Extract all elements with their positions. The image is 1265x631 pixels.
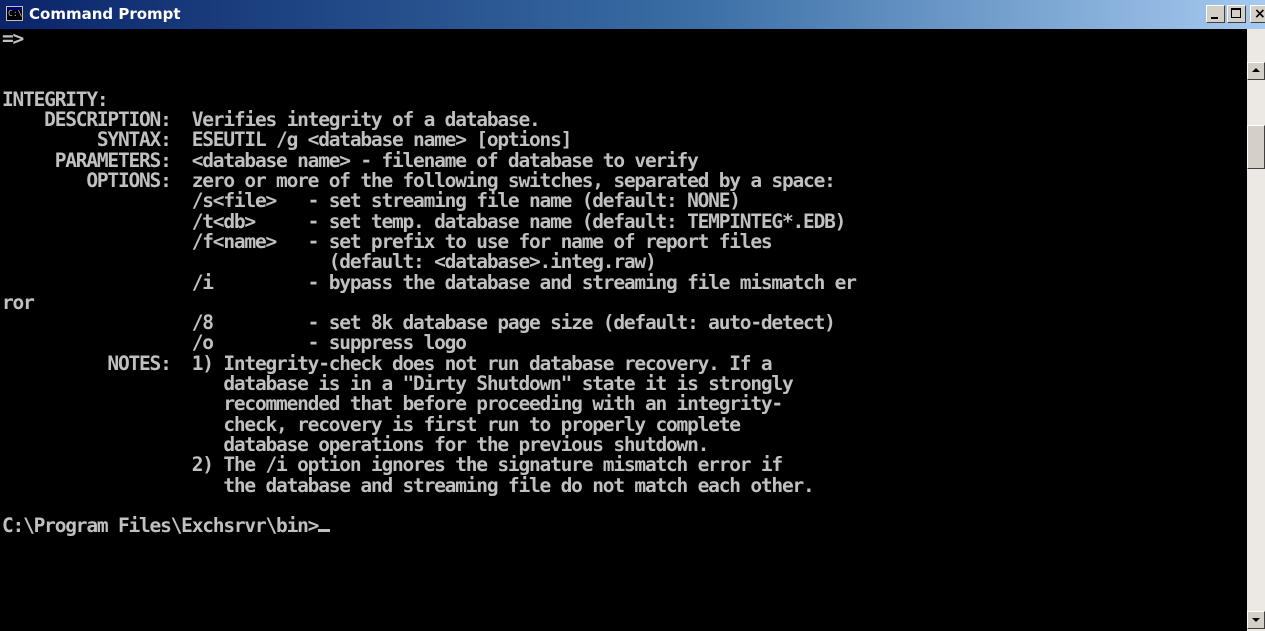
close-icon: ×	[1254, 6, 1265, 22]
scroll-up-button[interactable]	[1247, 62, 1265, 80]
command-prompt-icon[interactable]: C:\	[6, 6, 23, 21]
command-prompt-icon-text: C:\	[8, 9, 23, 18]
console-line: =>	[2, 29, 24, 50]
console-output: => INTEGRITY: DESCRIPTION: Verifies inte…	[0, 29, 1247, 536]
maximize-button[interactable]	[1227, 5, 1246, 23]
scroll-up-arrow-icon	[1252, 68, 1260, 72]
maximize-icon	[1231, 8, 1241, 18]
console-area[interactable]: => INTEGRITY: DESCRIPTION: Verifies inte…	[0, 29, 1247, 631]
console-lines: => INTEGRITY: DESCRIPTION: Verifies inte…	[2, 29, 857, 497]
minimize-button[interactable]	[1206, 5, 1225, 23]
scroll-down-button[interactable]	[1247, 611, 1265, 629]
command-prompt-window: C:\ Command Prompt × => INTEGRITY: DESCR…	[0, 0, 1265, 631]
vertical-scrollbar[interactable]	[1247, 29, 1265, 631]
text-cursor	[318, 529, 331, 533]
scroll-thumb[interactable]	[1247, 125, 1265, 169]
window-title: Command Prompt	[29, 5, 181, 23]
scroll-down-arrow-icon	[1252, 618, 1260, 622]
minimize-icon	[1211, 17, 1218, 19]
console-line: /i - bypass the database and streaming f…	[191, 270, 857, 294]
command-prompt-line: C:\Program Files\Exchsrvr\bin>	[2, 514, 319, 538]
title-bar[interactable]: C:\ Command Prompt ×	[0, 0, 1265, 29]
console-line: the database and streaming file do not m…	[223, 473, 814, 497]
close-button[interactable]: ×	[1250, 5, 1265, 23]
